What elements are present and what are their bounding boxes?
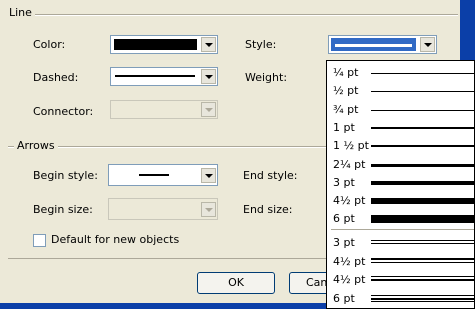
- line-weight-sample: [371, 126, 475, 129]
- compound-line-sample: [371, 297, 475, 300]
- compound-line-option-label: 4½ pt: [333, 254, 366, 268]
- dashed-combo[interactable]: [110, 67, 218, 86]
- connector-combo[interactable]: [110, 100, 218, 119]
- line-style-option-label: 3 pt: [333, 175, 355, 189]
- ok-button[interactable]: OK: [197, 272, 275, 294]
- compound-line-sample: [371, 240, 475, 241]
- color-combo[interactable]: [110, 35, 218, 54]
- style-combo[interactable]: [328, 35, 437, 54]
- default-checkbox[interactable]: [33, 234, 46, 247]
- chevron-down-icon[interactable]: [201, 102, 216, 117]
- line-weight-sample: [371, 73, 475, 74]
- line-style-option-label: 1 ½ pt: [333, 139, 369, 153]
- line-style-option[interactable]: 6 pt: [327, 210, 475, 228]
- compound-line-sample: [371, 279, 475, 281]
- line-style-option-label: ¼ pt: [333, 66, 359, 79]
- chevron-down-icon[interactable]: [201, 168, 216, 183]
- weight-label: Weight:: [245, 71, 288, 84]
- style-line-sample: [335, 44, 412, 47]
- chevron-down-icon[interactable]: [201, 202, 216, 217]
- dashed-line-sample: [115, 75, 195, 77]
- color-swatch: [114, 39, 197, 50]
- line-style-option-label: 4½ pt: [333, 194, 366, 208]
- compound-line-sample: [371, 300, 475, 302]
- line-style-option-label: 6 pt: [333, 212, 355, 226]
- line-style-option[interactable]: 2¼ pt: [327, 156, 475, 174]
- line-weight-sample: [371, 215, 475, 224]
- compound-line-option[interactable]: 6 pt: [327, 290, 475, 308]
- begin-style-label: Begin style:: [33, 169, 98, 182]
- color-label: Color:: [33, 38, 66, 51]
- default-checkbox-label: Default for new objects: [51, 233, 180, 246]
- line-weight-sample: [371, 91, 475, 93]
- begin-arrow-sample: [139, 174, 169, 176]
- arrows-group-title: Arrows: [14, 139, 58, 152]
- line-style-option[interactable]: ¼ pt: [327, 64, 475, 82]
- end-style-label: End style:: [243, 169, 298, 182]
- line-weight-sample: [371, 163, 475, 167]
- compound-line-option-label: 3 pt: [333, 236, 355, 249]
- style-label: Style:: [245, 38, 277, 51]
- compound-line-option-label: 4½ pt: [333, 273, 366, 286]
- begin-style-combo[interactable]: [108, 164, 218, 186]
- line-style-option[interactable]: ¾ pt: [327, 101, 475, 119]
- begin-size-label: Begin size:: [33, 203, 93, 216]
- line-style-option[interactable]: ½ pt: [327, 82, 475, 100]
- line-style-option[interactable]: 1 pt: [327, 119, 475, 137]
- line-style-option[interactable]: 4½ pt: [327, 192, 475, 210]
- chevron-down-icon[interactable]: [420, 37, 435, 52]
- compound-line-sample: [371, 276, 475, 277]
- compound-line-sample: [371, 294, 475, 296]
- dropdown-separator: [331, 229, 474, 230]
- line-style-option-label: 2¼ pt: [333, 157, 366, 171]
- end-size-label: End size:: [243, 203, 293, 216]
- line-style-dropdown-list[interactable]: ¼ pt ½ pt ¾ pt 1 pt 1 ½ pt 2¼ pt 3 pt 4½ pt 6 pt…: [326, 60, 475, 309]
- compound-line-option-label: 6 pt: [333, 291, 355, 305]
- compound-line-option[interactable]: 4½ pt: [327, 253, 475, 271]
- compound-line-sample: [371, 261, 475, 263]
- line-weight-sample: [371, 198, 475, 205]
- line-group-divider: [8, 14, 458, 16]
- compound-line-option[interactable]: 4½ pt: [327, 271, 475, 289]
- style-selected-value: [331, 38, 416, 51]
- begin-size-combo[interactable]: [108, 198, 218, 220]
- line-group-title: Line: [6, 6, 35, 19]
- compound-line-option[interactable]: 3 pt: [327, 234, 475, 252]
- chevron-down-icon[interactable]: [201, 37, 216, 52]
- line-style-option-label: ½ pt: [333, 84, 359, 98]
- line-weight-sample: [371, 145, 475, 148]
- line-weight-sample: [371, 109, 475, 111]
- line-style-option-label: 1 pt: [333, 120, 355, 134]
- compound-line-sample: [371, 257, 475, 260]
- chevron-down-icon[interactable]: [201, 69, 216, 84]
- connector-label: Connector:: [33, 105, 94, 118]
- line-style-option[interactable]: 3 pt: [327, 174, 475, 192]
- compound-line-sample: [371, 243, 475, 244]
- line-weight-sample: [371, 180, 475, 185]
- line-style-option[interactable]: 1 ½ pt: [327, 137, 475, 155]
- dashed-label: Dashed:: [33, 71, 79, 84]
- line-style-option-label: ¾ pt: [333, 102, 359, 116]
